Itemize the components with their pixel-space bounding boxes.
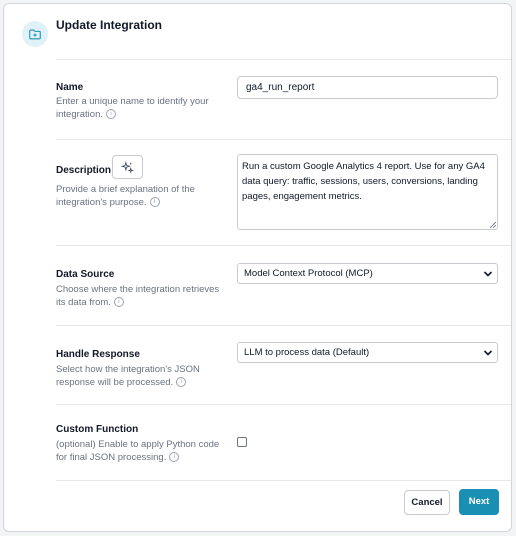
- divider: [56, 325, 511, 326]
- description-help: Provide a brief explanation of the integ…: [56, 184, 195, 208]
- description-label: Description: [56, 165, 112, 176]
- handle-response-label: Handle Response: [56, 349, 140, 360]
- folder-plus-icon: [22, 21, 48, 47]
- custom-function-help: (optional) Enable to apply Python code f…: [56, 439, 220, 463]
- name-help: Enter a unique name to identify your int…: [56, 96, 209, 120]
- info-icon[interactable]: i: [176, 377, 187, 388]
- info-icon[interactable]: i: [106, 109, 117, 120]
- info-icon[interactable]: i: [149, 197, 160, 208]
- divider: [56, 404, 511, 405]
- data-source-label: Data Source: [56, 269, 115, 280]
- data-source-value: Model Context Protocol (MCP): [244, 268, 373, 279]
- dialog-title: Update Integration: [56, 18, 163, 32]
- chevron-down-icon: [483, 271, 493, 277]
- divider: [56, 59, 511, 60]
- next-button[interactable]: Next: [459, 489, 499, 515]
- info-icon[interactable]: i: [169, 452, 180, 463]
- divider: [56, 480, 511, 481]
- resize-handle-icon[interactable]: [490, 222, 496, 228]
- cancel-button[interactable]: Cancel: [404, 490, 450, 515]
- data-source-select[interactable]: Model Context Protocol (MCP): [237, 263, 498, 284]
- name-label: Name: [56, 82, 84, 93]
- description-textarea[interactable]: Run a custom Google Analytics 4 report. …: [237, 154, 498, 230]
- info-icon[interactable]: i: [113, 297, 124, 308]
- handle-response-help: Select how the integration's JSON respon…: [56, 364, 200, 388]
- name-input[interactable]: ga4_run_report: [237, 76, 498, 99]
- sparkles-icon: [121, 160, 134, 174]
- chevron-down-icon: [483, 350, 493, 356]
- handle-response-select[interactable]: LLM to process data (Default): [237, 342, 498, 363]
- divider: [56, 139, 511, 140]
- handle-response-value: LLM to process data (Default): [244, 347, 370, 358]
- description-text: Run a custom Google Analytics 4 report. …: [242, 161, 485, 202]
- divider: [56, 245, 511, 246]
- ai-generate-button[interactable]: [112, 155, 143, 179]
- update-integration-dialog: Update Integration Name Enter a unique n…: [3, 3, 512, 532]
- data-source-help: Choose where the integration retrieves i…: [56, 284, 220, 308]
- custom-function-checkbox[interactable]: [237, 437, 247, 447]
- custom-function-label: Custom Function: [56, 424, 139, 435]
